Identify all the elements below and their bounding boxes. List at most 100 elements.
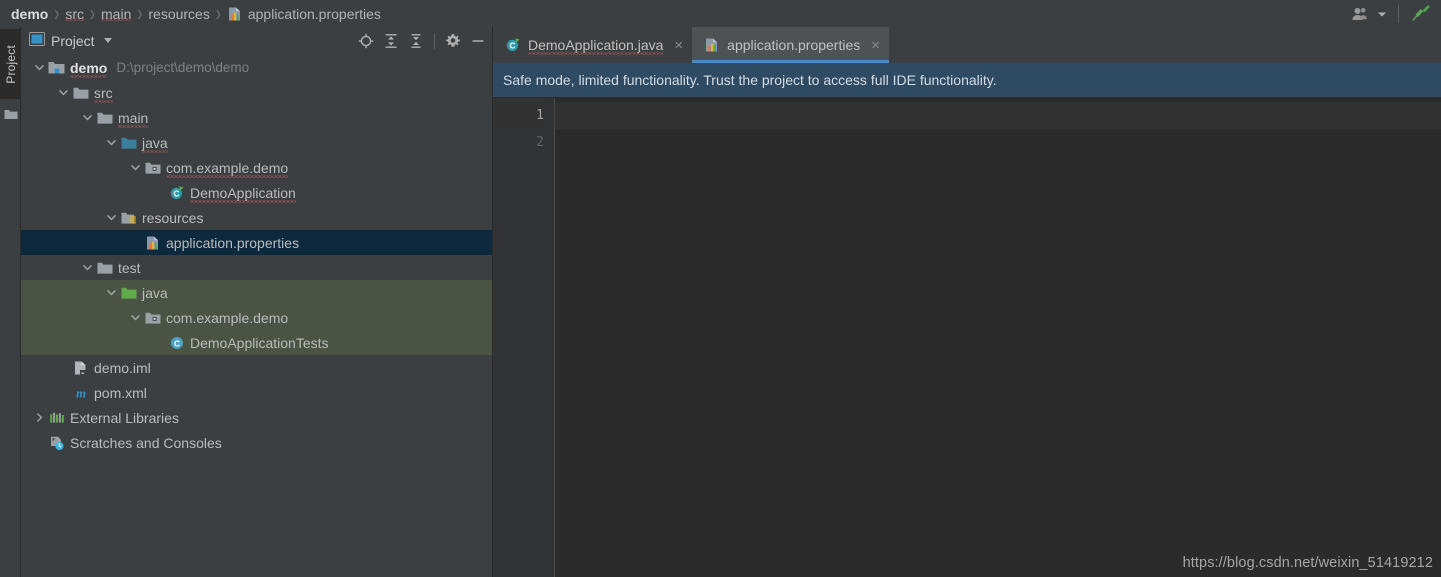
chevron-right-icon[interactable] [33, 412, 46, 423]
chevron-down-icon[interactable] [57, 87, 70, 98]
tree-node[interactable]: com.example.demo [21, 305, 492, 330]
tree-node-label: com.example.demo [166, 159, 289, 178]
breadcrumb-item[interactable]: src [62, 6, 87, 22]
user-account-icon[interactable] [1348, 3, 1372, 25]
breadcrumb-separator: › [90, 0, 96, 27]
editor-tab[interactable]: C DemoApplication.java × [493, 27, 693, 63]
tree-node[interactable]: main [21, 105, 492, 130]
svg-text:C: C [509, 42, 515, 51]
tree-node[interactable]: External Libraries [21, 405, 492, 430]
breadcrumb: demo › src › main › resources › application.prop… [8, 1, 384, 27]
code-line[interactable] [555, 129, 1441, 156]
tree-node[interactable]: application.properties [21, 230, 492, 255]
source-folder-icon [120, 136, 137, 150]
settings-gear-icon[interactable] [445, 33, 461, 49]
tree-node[interactable]: src [21, 80, 492, 105]
tree-node-label: pom.xml [94, 384, 147, 401]
class-icon: C [168, 335, 185, 351]
close-icon[interactable]: × [674, 38, 683, 53]
project-panel-actions [358, 27, 486, 54]
tree-node[interactable]: java [21, 280, 492, 305]
chevron-down-icon[interactable] [81, 112, 94, 123]
chevron-down-icon[interactable] [81, 262, 94, 273]
tree-node-label: test [118, 259, 141, 276]
chevron-down-icon[interactable] [103, 38, 112, 43]
chevron-down-icon[interactable] [129, 312, 142, 323]
code-text-area[interactable] [555, 98, 1441, 577]
editor-tab[interactable]: application.properties × [692, 27, 890, 63]
chevron-down-icon[interactable] [1374, 3, 1390, 25]
editor-area: C DemoApplication.java × application.proper… [493, 27, 1441, 577]
editor-tab-label: application.properties [727, 37, 861, 53]
tree-node-label: application.properties [166, 234, 300, 251]
tree-node[interactable]: m pom.xml [21, 380, 492, 405]
chevron-down-icon[interactable] [105, 287, 118, 298]
spring-class-icon: C [505, 37, 521, 53]
expand-all-icon[interactable] [383, 33, 399, 49]
breadcrumb-separator: › [54, 0, 60, 27]
editor-tab-bar: C DemoApplication.java × application.proper… [493, 27, 1441, 63]
resources-folder-icon [120, 211, 137, 225]
project-panel-title: Project [51, 32, 95, 49]
left-tool-window-strip: Project [0, 27, 21, 577]
collapse-all-icon[interactable] [408, 33, 424, 49]
tree-node-path: D:\project\demo\demo [116, 60, 250, 75]
project-tree[interactable]: demo D:\project\demo\demo src main java com.e… [21, 54, 492, 577]
tree-node[interactable]: demo D:\project\demo\demo [21, 55, 492, 80]
chevron-down-icon[interactable] [105, 137, 118, 148]
tree-node[interactable]: com.example.demo [21, 155, 492, 180]
tree-node-label: External Libraries [70, 409, 179, 426]
tree-node-label: Scratches and Consoles [70, 434, 222, 451]
line-number: 2 [536, 135, 544, 150]
breadcrumb-label: application.properties [247, 5, 381, 22]
tool-window-tab-label: Project [3, 44, 18, 84]
svg-text:m: m [75, 385, 85, 400]
breadcrumb-label: resources [148, 5, 210, 22]
tree-node-label: demo.iml [94, 359, 151, 376]
tree-node-label: src [94, 84, 113, 103]
watermark-url: https://blog.csdn.net/weixin_51419212 [1182, 555, 1433, 571]
breadcrumb-separator: › [137, 0, 143, 27]
code-editor[interactable]: 12 https://blog.csdn.net/weixin_51419212 [493, 97, 1441, 577]
hide-panel-icon[interactable] [470, 33, 486, 49]
navbar-divider [1398, 4, 1399, 23]
svg-text:C: C [173, 338, 179, 348]
breadcrumb-label: src [65, 5, 85, 22]
folder-icon [72, 86, 89, 100]
chevron-down-icon[interactable] [105, 212, 118, 223]
chevron-down-icon[interactable] [129, 162, 142, 173]
tool-window-tab-project[interactable]: Project [0, 29, 21, 99]
breadcrumb-item[interactable]: application.properties [224, 6, 384, 22]
breadcrumb-item[interactable]: demo [8, 6, 51, 22]
breadcrumb-item[interactable]: main [98, 6, 134, 22]
build-hammer-icon[interactable] [1407, 3, 1435, 25]
breadcrumb-item[interactable]: resources [145, 6, 212, 22]
tree-node[interactable]: C DemoApplicationTests [21, 330, 492, 355]
breadcrumb-label: demo [11, 5, 49, 22]
chevron-down-icon[interactable] [33, 62, 46, 73]
tree-node[interactable]: java [21, 130, 492, 155]
tree-node[interactable]: Scratches and Consoles [21, 430, 492, 455]
tree-node[interactable]: test [21, 255, 492, 280]
navigation-bar: demo › src › main › resources › application.prop… [0, 0, 1441, 27]
select-opened-file-icon[interactable] [358, 33, 374, 49]
tree-node-label: DemoApplicationTests [190, 334, 329, 351]
tree-node-label: demo [70, 59, 108, 78]
svg-text:C: C [173, 189, 179, 198]
project-tool-window: Project demo D:\project\demo\demo src ma… [21, 27, 493, 577]
code-line[interactable] [555, 102, 1441, 129]
close-icon[interactable]: × [871, 38, 880, 53]
line-number: 1 [493, 102, 544, 129]
tree-node[interactable]: resources [21, 205, 492, 230]
line-number-gutter: 12 [493, 98, 555, 577]
spring-class-icon: C [168, 185, 185, 201]
properties-file-icon [144, 235, 161, 251]
project-panel-title-group[interactable]: Project [29, 32, 112, 49]
tree-node-label: resources [142, 209, 204, 226]
tree-node[interactable]: demo.iml [21, 355, 492, 380]
test-source-folder-icon [120, 286, 137, 300]
libraries-icon [48, 411, 65, 425]
tree-node[interactable]: C DemoApplication [21, 180, 492, 205]
breadcrumb-separator: › [215, 0, 221, 27]
module-folder-icon [48, 60, 65, 75]
